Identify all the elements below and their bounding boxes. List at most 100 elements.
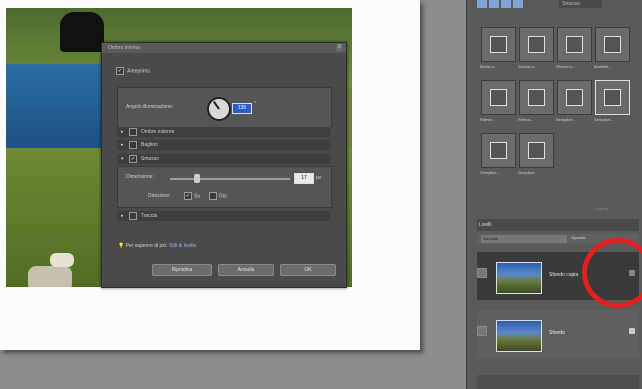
- effect-preview-icon: [566, 89, 583, 106]
- section-checkbox[interactable]: [129, 128, 139, 136]
- effect-thumb[interactable]: [481, 80, 516, 115]
- photo-rock-small: [50, 253, 74, 267]
- smusso-panel: Dimensione: 17 px Direzione: ✓ Su Giù: [117, 166, 332, 208]
- effect-thumb[interactable]: [519, 27, 554, 62]
- visibility-eye-icon[interactable]: [477, 326, 487, 336]
- direction-label: Direzione:: [148, 193, 171, 199]
- effect-preview-icon: [490, 36, 507, 53]
- section-checkbox-box[interactable]: ✓: [129, 155, 137, 163]
- angle-input[interactable]: 135: [232, 103, 252, 114]
- effect-label: Semplice...: [480, 170, 500, 175]
- section-expander-icon: ▸: [121, 129, 124, 135]
- section-checkbox-box[interactable]: [129, 128, 137, 136]
- direction-up-option[interactable]: ✓ Su: [184, 192, 200, 200]
- effect-preview-icon: [604, 89, 621, 106]
- layers-bottom-toolbar: [477, 375, 639, 389]
- direction-down-radio[interactable]: [209, 192, 217, 200]
- effect-thumb[interactable]: [557, 27, 592, 62]
- section-checkbox-box[interactable]: [129, 212, 137, 220]
- effect-preview-icon: [566, 36, 583, 53]
- section-checkbox-box[interactable]: [129, 141, 137, 149]
- effect-preview-icon: [528, 36, 545, 53]
- style-settings-dialog: Ombra interna x ✓ Anteprima Angolo illum…: [101, 42, 347, 288]
- dialog-title: Ombra interna: [102, 43, 346, 53]
- canvas-workspace: Ombra interna x ✓ Anteprima Angolo illum…: [0, 0, 466, 389]
- hint-link[interactable]: Stili di livello: [169, 243, 196, 249]
- photo-cave: [60, 12, 104, 52]
- dimension-slider-thumb[interactable]: [194, 174, 200, 183]
- section-label: Bagliori: [141, 142, 158, 148]
- lightbulb-icon: 💡: [118, 243, 125, 249]
- effect-label: Rilievo...: [518, 117, 534, 122]
- effect-preview-icon: [604, 36, 621, 53]
- section-label: Traccia: [141, 213, 158, 219]
- angle-unit: °: [254, 101, 256, 107]
- direction-down-label: Giù: [219, 193, 227, 200]
- section-smusso[interactable]: ▾ ✓ Smusso: [117, 154, 330, 164]
- effect-thumb[interactable]: [519, 80, 554, 115]
- dimension-slider[interactable]: [170, 178, 290, 180]
- effect-thumb[interactable]: [481, 133, 516, 168]
- effect-label: Modello...: [594, 64, 612, 69]
- layer-name: Sfondo: [549, 330, 565, 336]
- preview-checkbox-row[interactable]: ✓ Anteprima: [116, 67, 150, 75]
- effect-preview-icon: [528, 89, 545, 106]
- section-checkbox[interactable]: ✓: [129, 155, 139, 163]
- section-expander-icon: ▸: [121, 213, 124, 219]
- layers-panel-title[interactable]: Livelli: [477, 219, 639, 231]
- effect-label: Bordo s...: [480, 64, 498, 69]
- section-expander-icon: ▾: [121, 156, 124, 162]
- effect-label: Semplice...: [594, 117, 614, 122]
- effect-label: Semplice...: [518, 170, 538, 175]
- effect-label: Rilievo...: [480, 117, 496, 122]
- panel-toolbar: [477, 0, 525, 10]
- dimension-label: Dimensione:: [126, 174, 154, 180]
- blend-mode-dropdown[interactable]: Normale: [481, 235, 567, 243]
- effect-thumb[interactable]: [557, 80, 592, 115]
- hint-text: Per saperne di più:: [125, 243, 168, 249]
- apply-button[interactable]: Applica: [595, 206, 608, 211]
- effect-thumb[interactable]: [481, 27, 516, 62]
- reset-button[interactable]: Ripristina: [152, 264, 212, 276]
- effect-thumb-selected[interactable]: [595, 80, 630, 115]
- layer-name: Sfondo copia: [549, 272, 579, 278]
- photo-rock: [28, 266, 72, 287]
- angle-panel: Angolo illuminazione: 135 °: [117, 87, 332, 129]
- direction-down-option[interactable]: Giù: [209, 192, 227, 200]
- opacity-label[interactable]: Opacità:: [571, 235, 586, 240]
- effect-preview-icon: [528, 142, 545, 159]
- effect-thumb[interactable]: [595, 27, 630, 62]
- effect-thumb[interactable]: [519, 133, 554, 168]
- dimension-unit: px: [316, 175, 322, 181]
- angle-dial-icon[interactable]: [207, 97, 231, 121]
- section-expander-icon: ▸: [121, 142, 124, 148]
- dimension-input[interactable]: 17: [294, 173, 314, 184]
- layer-row[interactable]: Sfondo: [477, 310, 639, 358]
- right-panel: Smusso Bordo s... Sfondo s... Sfondo s..…: [466, 0, 642, 389]
- effect-label: Semplice...: [556, 117, 576, 122]
- lock-icon[interactable]: [629, 328, 635, 334]
- graphics-icon[interactable]: [513, 0, 523, 8]
- effect-label: Sfondo s...: [556, 64, 576, 69]
- visibility-eye-icon[interactable]: [477, 268, 487, 278]
- preview-checkbox[interactable]: ✓: [116, 67, 124, 75]
- direction-up-radio[interactable]: ✓: [184, 192, 192, 200]
- section-traccia[interactable]: ▸ Traccia: [117, 211, 330, 221]
- section-ombre-esterne[interactable]: ▸ Ombre esterne: [117, 127, 330, 137]
- section-label: Smusso: [141, 156, 160, 162]
- effect-label: Sfondo s...: [518, 64, 538, 69]
- section-checkbox[interactable]: [129, 212, 139, 220]
- effect-preview-icon: [490, 142, 507, 159]
- section-bagliori[interactable]: ▸ Bagliori: [117, 140, 330, 150]
- cancel-button[interactable]: Annulla: [218, 264, 274, 276]
- section-checkbox[interactable]: [129, 141, 139, 149]
- styles-icon[interactable]: [501, 0, 511, 8]
- close-icon[interactable]: x: [336, 44, 343, 51]
- layer-thumbnail: [496, 262, 542, 294]
- style-category-dropdown[interactable]: Smusso: [559, 0, 602, 8]
- effect-preview-icon: [490, 89, 507, 106]
- ok-button[interactable]: OK: [280, 264, 336, 276]
- effects-icon[interactable]: [477, 0, 487, 8]
- angle-label: Angolo illuminazione:: [126, 104, 174, 110]
- filters-icon[interactable]: [489, 0, 499, 8]
